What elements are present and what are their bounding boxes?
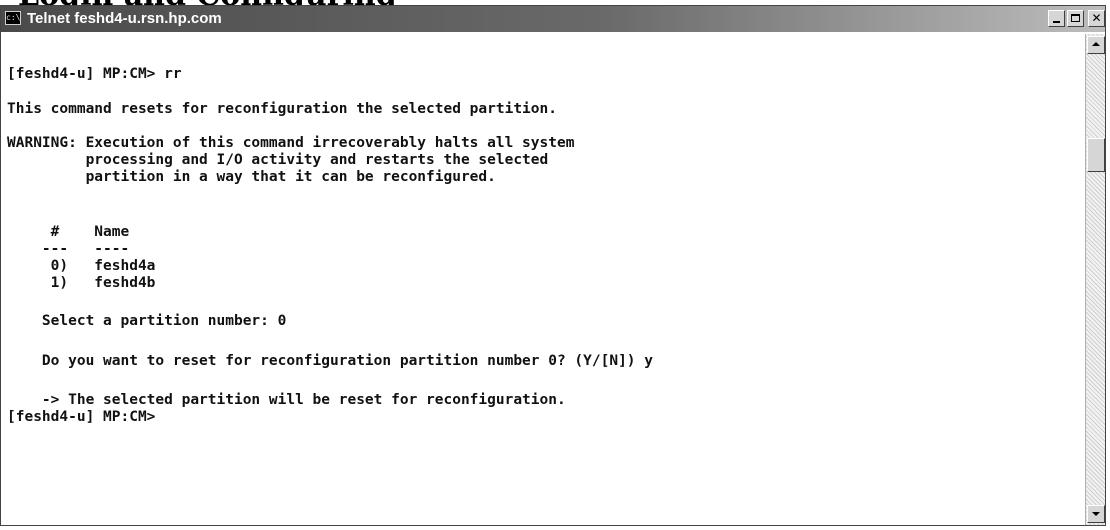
title-bar[interactable]: c:\ Telnet feshd4-u.rsn.hp.com ✕ <box>1 6 1105 32</box>
console-line: [feshd4-u] MP:CM> rr <box>7 66 182 82</box>
partition-table-rule: --- ---- <box>7 241 130 257</box>
scrollbar-thumb[interactable] <box>1087 138 1105 172</box>
console-line: This command resets for reconfiguration … <box>7 101 557 117</box>
arrow-down-icon <box>1092 512 1100 516</box>
partition-row: 0) feshd4a <box>7 258 156 274</box>
partition-row: 1) feshd4b <box>7 275 156 291</box>
console-line: -> The selected partition will be reset … <box>7 392 566 408</box>
telnet-window: c:\ Telnet feshd4-u.rsn.hp.com ✕ [feshd4… <box>0 5 1106 526</box>
scroll-down-button[interactable] <box>1087 505 1105 523</box>
console-icon[interactable]: c:\ <box>5 11 21 25</box>
maximize-button[interactable] <box>1067 10 1084 27</box>
vertical-scrollbar[interactable] <box>1085 34 1105 525</box>
minimize-icon <box>1053 21 1060 23</box>
scroll-up-button[interactable] <box>1087 36 1105 54</box>
console-line: WARNING: Execution of this command irrec… <box>7 135 575 151</box>
arrow-up-icon <box>1092 42 1100 46</box>
minimize-button[interactable] <box>1048 10 1065 27</box>
command-prompt: [feshd4-u] MP:CM> <box>7 409 156 425</box>
console-output[interactable]: [feshd4-u] MP:CM> rr This command resets… <box>3 34 1085 525</box>
console-line: partition in a way that it can be reconf… <box>7 169 496 185</box>
window-title: Telnet feshd4-u.rsn.hp.com <box>27 10 222 27</box>
close-button[interactable]: ✕ <box>1088 10 1105 27</box>
partition-prompt: Select a partition number: 0 <box>7 313 287 329</box>
maximize-icon <box>1071 14 1080 22</box>
console-line: processing and I/O activity and restarts… <box>7 152 549 168</box>
partition-table-header: # Name <box>7 224 130 240</box>
close-icon: ✕ <box>1091 11 1102 25</box>
confirm-prompt: Do you want to reset for reconfiguration… <box>7 353 654 369</box>
